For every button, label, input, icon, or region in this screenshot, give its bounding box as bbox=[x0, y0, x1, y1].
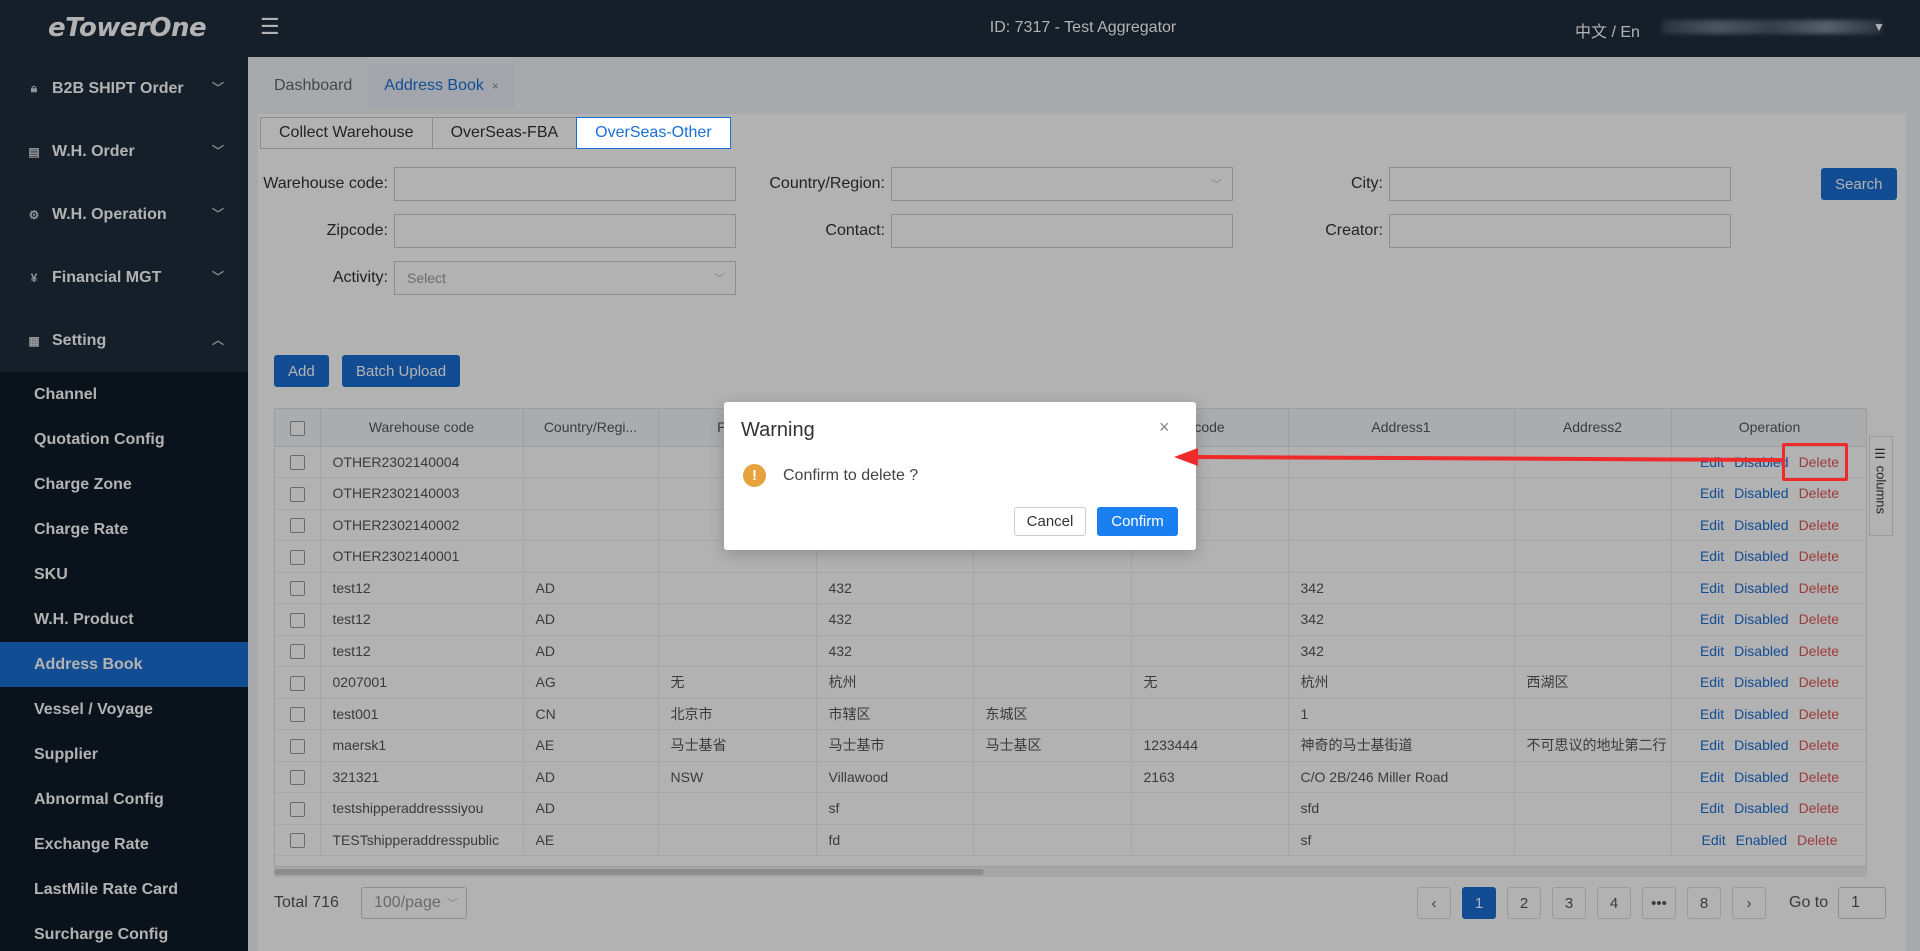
warning-icon: ! bbox=[743, 464, 766, 487]
tab-overseas-other[interactable]: OverSeas-Other bbox=[576, 117, 731, 149]
close-icon[interactable]: × bbox=[1159, 417, 1170, 438]
confirm-button[interactable]: Confirm bbox=[1097, 507, 1178, 536]
cancel-button[interactable]: Cancel bbox=[1014, 507, 1086, 536]
warning-dialog: Warning × ! Confirm to delete ? Cancel C… bbox=[724, 402, 1196, 550]
dialog-title: Warning bbox=[741, 419, 815, 441]
annotation-highlight-box bbox=[1782, 443, 1848, 481]
annotation-arrow bbox=[1174, 448, 1783, 466]
dialog-message: Confirm to delete ? bbox=[783, 467, 919, 484]
